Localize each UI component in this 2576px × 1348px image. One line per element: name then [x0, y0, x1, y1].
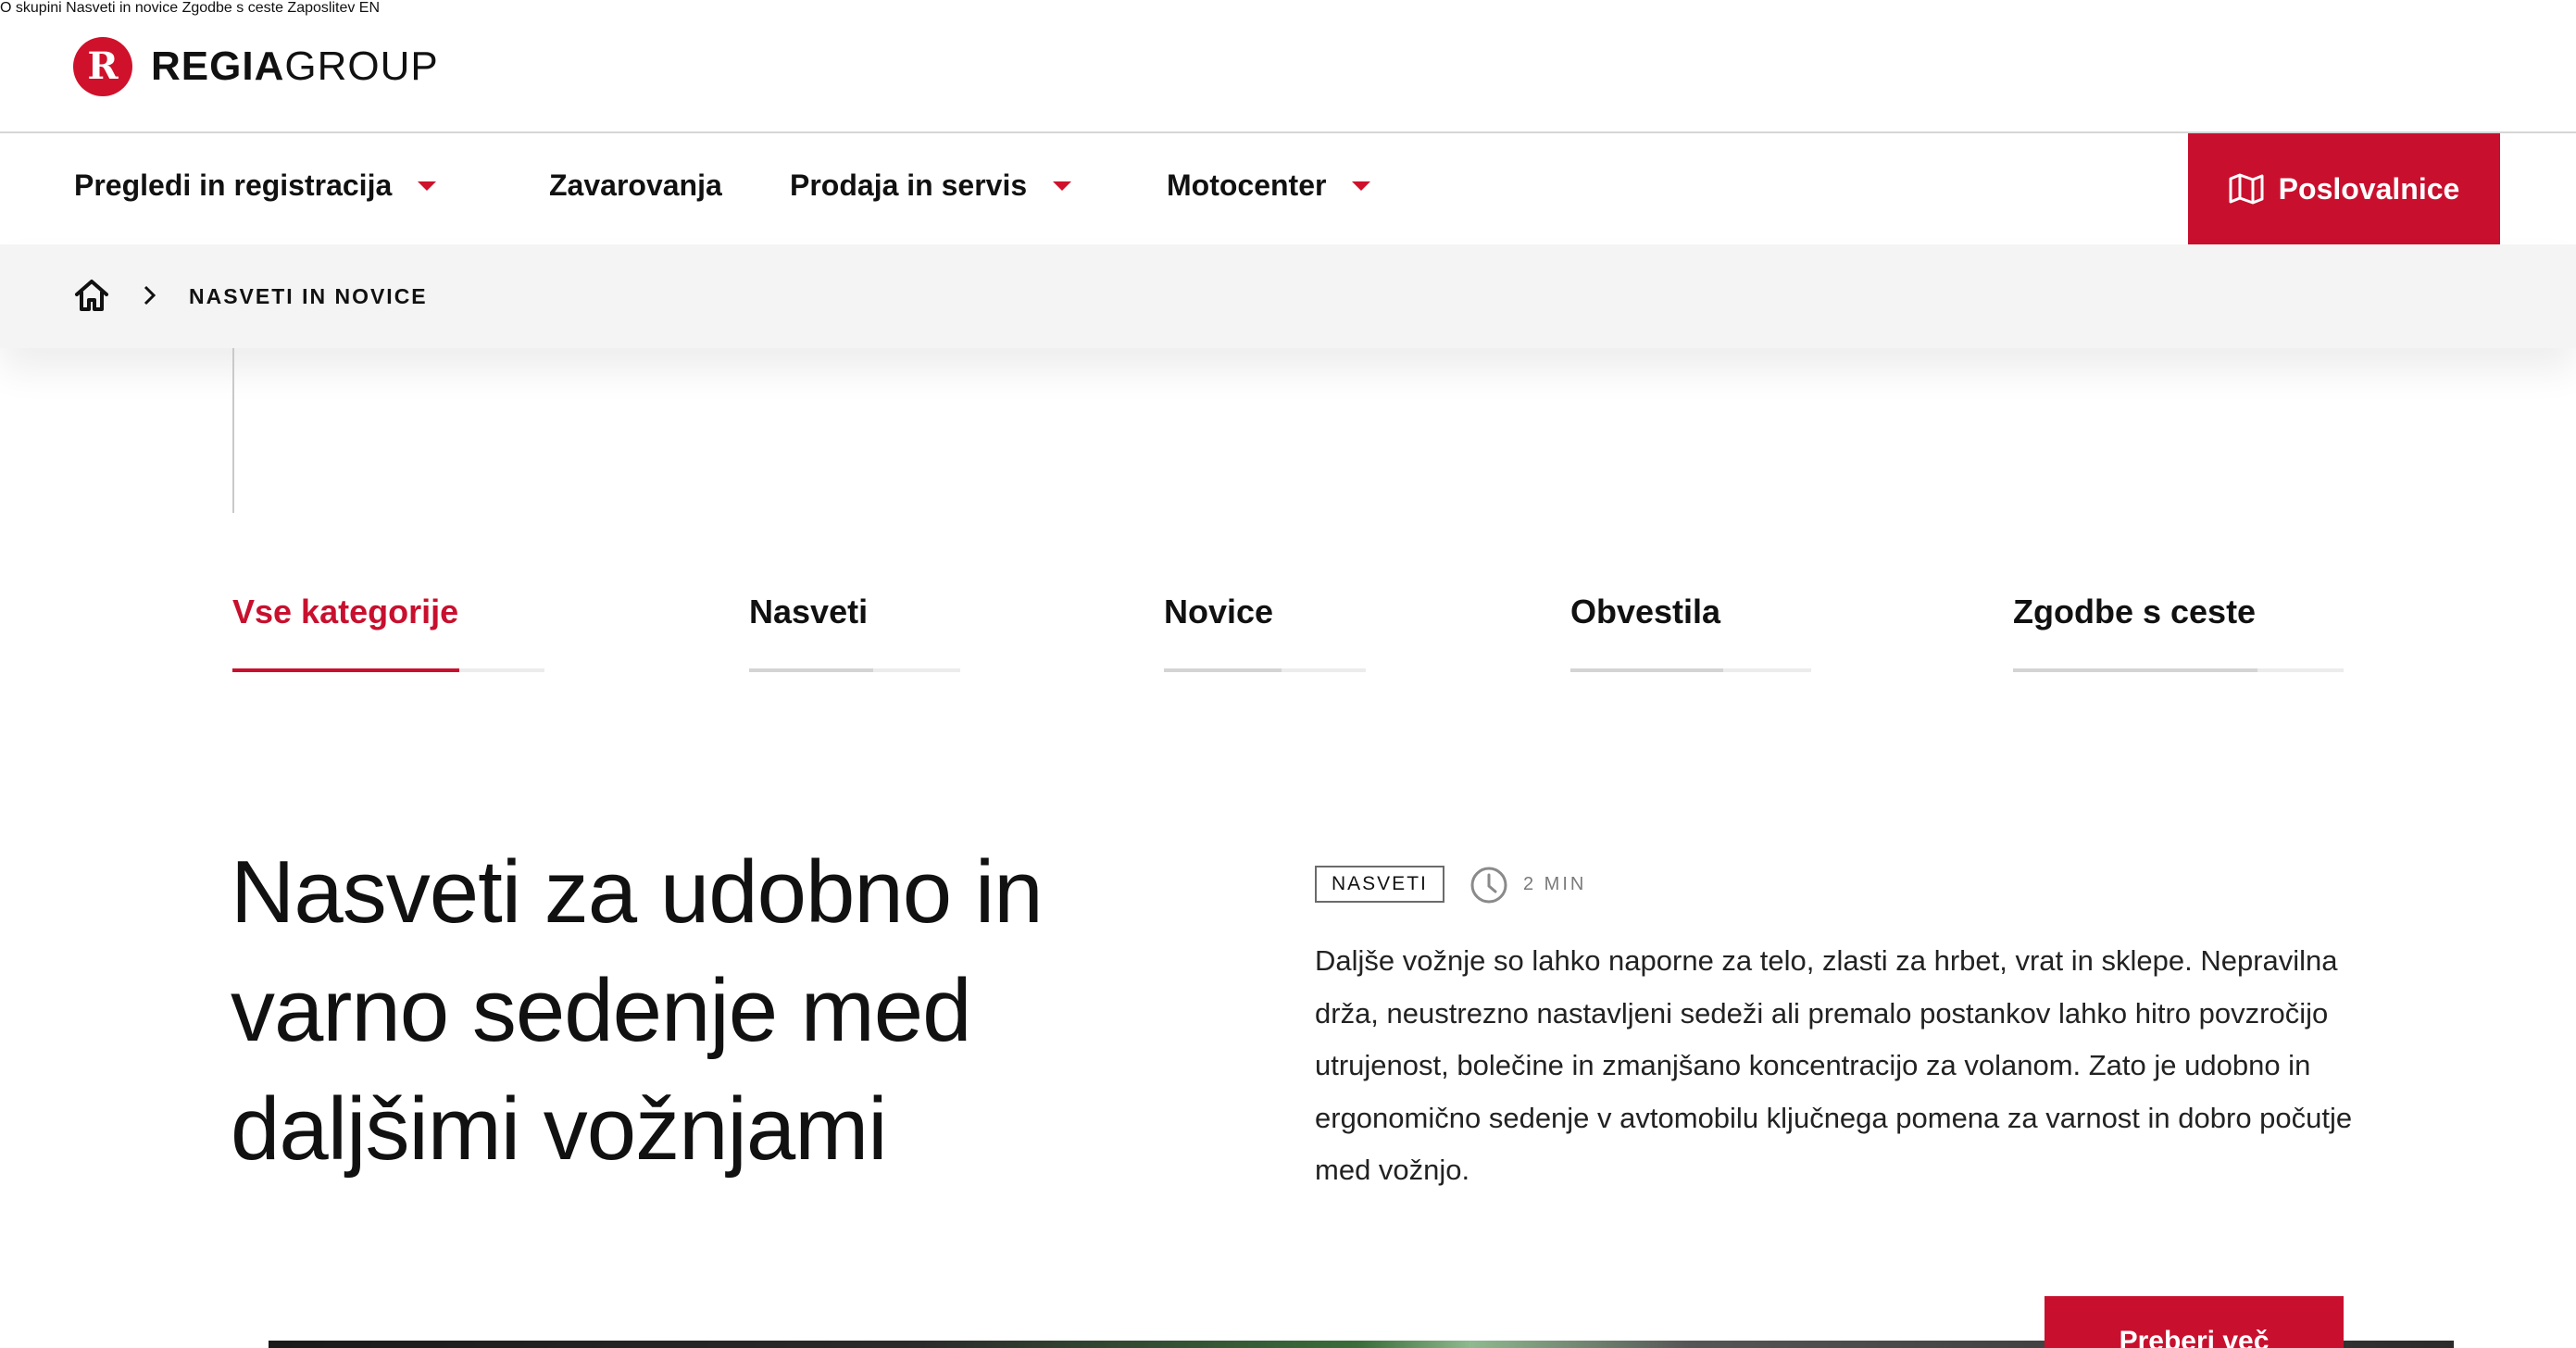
tab-indicator — [749, 668, 873, 672]
nav-item-label: Pregledi in registracija — [74, 168, 393, 202]
caret-down-icon — [418, 181, 437, 191]
branches-button[interactable]: Poslovalnice — [2188, 133, 2500, 244]
main-nav: Pregledi in registracija Zavarovanja Pro… — [0, 133, 2576, 244]
nav-item-label: Zavarovanja — [549, 168, 722, 202]
article-excerpt: Daljše vožnje so lahko naporne za telo, … — [1315, 944, 2353, 1186]
home-icon[interactable] — [73, 278, 110, 313]
branches-label: Poslovalnice — [2278, 171, 2460, 206]
logo-text: REGIAGROUP — [151, 44, 439, 89]
tab-notices[interactable]: Obvestila — [1570, 593, 1811, 672]
top-nav-careers[interactable]: Zaposlitev — [287, 0, 355, 16]
top-nav-road-stories[interactable]: Zgodbe s ceste — [182, 0, 283, 16]
tab-indicator — [1570, 668, 1723, 672]
nav-item-motocenter[interactable]: Motocenter — [1167, 168, 1371, 203]
clock-icon — [1470, 867, 1507, 904]
tab-label: Zgodbe s ceste — [2013, 593, 2257, 630]
breadcrumb: NASVETI IN NOVICE — [0, 244, 2576, 348]
brand-logo[interactable]: R REGIAGROUP — [73, 37, 439, 96]
nav-item-label: Motocenter — [1167, 168, 1327, 202]
breadcrumb-current: NASVETI IN NOVICE — [189, 284, 428, 308]
tab-label: Vse kategorije — [232, 593, 459, 630]
tab-all-categories[interactable]: Vse kategorije — [232, 593, 544, 672]
nav-item-sales-service[interactable]: Prodaja in servis — [790, 168, 1072, 203]
tab-indicator — [1164, 668, 1282, 672]
tab-indicator — [2013, 668, 2257, 672]
nav-item-inspections[interactable]: Pregledi in registracija — [74, 168, 437, 203]
article-title[interactable]: Nasveti za udobno in varno sedenje med d… — [231, 833, 1157, 1189]
tab-indicator — [232, 668, 459, 672]
divider-line — [232, 348, 234, 513]
top-nav-advice-news[interactable]: Nasveti in novice — [66, 0, 178, 16]
tab-label: Obvestila — [1570, 593, 1721, 630]
tab-road-stories[interactable]: Zgodbe s ceste — [2013, 593, 2344, 672]
tab-news[interactable]: Novice — [1164, 593, 1366, 672]
top-nav-about[interactable]: O skupini — [0, 0, 62, 16]
read-more-label: Preberi več — [2119, 1326, 2270, 1348]
read-more-button[interactable]: Preberi več — [2045, 1296, 2344, 1348]
tab-label: Novice — [1164, 593, 1274, 630]
logo-mark-icon: R — [73, 37, 132, 96]
tab-label: Nasveti — [749, 593, 869, 630]
read-time: 2 MIN — [1523, 874, 1587, 894]
category-tag[interactable]: NASVETI — [1315, 866, 1444, 903]
map-icon — [2229, 173, 2264, 205]
nav-item-insurance[interactable]: Zavarovanja — [549, 168, 722, 203]
language-switch[interactable]: EN — [359, 0, 380, 16]
caret-down-icon — [1053, 181, 1072, 191]
chevron-right-icon — [144, 285, 156, 306]
top-header: R REGIAGROUP O skupini Nasveti in novice… — [0, 0, 2576, 133]
nav-item-label: Prodaja in servis — [790, 168, 1028, 202]
tab-advice[interactable]: Nasveti — [749, 593, 960, 672]
caret-down-icon — [1352, 181, 1371, 191]
